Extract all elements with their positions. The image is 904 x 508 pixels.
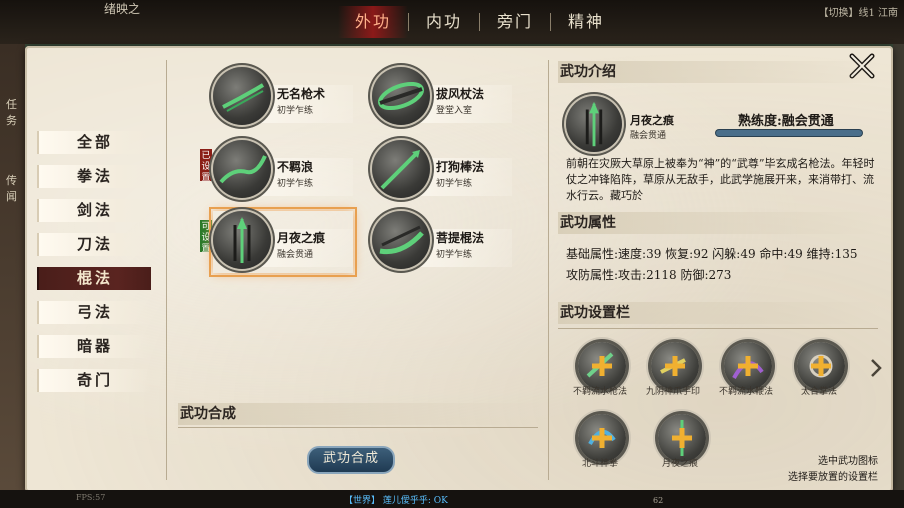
synthesize-button[interactable]: 武功合成 <box>307 446 395 474</box>
category-staff[interactable]: 棍法 <box>37 267 151 290</box>
skill-level: 融会贯通 <box>277 250 314 260</box>
server-info[interactable]: 【切换】线1 江南 <box>818 4 898 19</box>
divider <box>548 60 549 480</box>
spear-icon <box>213 211 271 269</box>
category-sword[interactable]: 剑法 <box>37 199 151 222</box>
skill-name: 菩提棍法 <box>436 231 485 245</box>
skill-name: 无名枪术 <box>277 87 326 101</box>
skill-name: 打狗棒法 <box>436 160 485 174</box>
chevron-right-icon[interactable] <box>870 358 882 378</box>
category-qimen[interactable]: 奇门 <box>37 369 151 392</box>
staff-curve-icon <box>372 211 430 269</box>
skill-level: 初学乍练 <box>277 179 314 189</box>
side-tab-rumors[interactable]: 传闻 <box>6 172 25 204</box>
category-fist[interactable]: 拳法 <box>37 165 151 188</box>
slot-caption: 月夜之痕 <box>661 459 698 469</box>
category-hidden-weapon[interactable]: 暗器 <box>37 335 151 358</box>
tab-jingshen[interactable]: 精神 <box>551 6 621 38</box>
skill-card[interactable]: 打狗棒法 初学乍练 <box>372 140 512 202</box>
skill-description: 前朝在灾厥大草原上被奉为“神”的“武尊”毕玄成名枪法。年轻时仗之冲锋陷阵，草原从… <box>566 157 875 202</box>
status-tag-set: 已设置 <box>200 149 212 183</box>
side-tab-tasks[interactable]: 任务 <box>6 96 25 128</box>
skill-card[interactable]: 拔风杖法 登堂入室 <box>372 67 512 129</box>
category-list: 全部 拳法 剑法 刀法 棍法 弓法 暗器 奇门 <box>37 131 151 403</box>
palm-plus-icon[interactable] <box>797 342 845 390</box>
hint-text: 选中武功图标 <box>818 456 878 467</box>
skill-level: 初学乍练 <box>277 106 314 116</box>
proficiency-label: 熟练度:融会贯通 <box>738 114 834 129</box>
category-all[interactable]: 全部 <box>37 131 151 154</box>
spear-icon <box>566 96 622 152</box>
staff-wrap-icon <box>372 67 430 125</box>
skill-name: 月夜之痕 <box>277 231 326 245</box>
tab-pangmen[interactable]: 旁门 <box>480 6 550 38</box>
glove-plus-icon[interactable] <box>578 342 626 390</box>
spear-wave-icon <box>213 140 271 198</box>
fist-plus-icon[interactable] <box>578 414 626 462</box>
skill-card[interactable]: 菩提棍法 初学乍练 <box>372 211 512 273</box>
spear-plus-icon[interactable] <box>658 414 706 462</box>
whip-plus-icon[interactable] <box>724 342 772 390</box>
claw-plus-icon[interactable] <box>651 342 699 390</box>
slot-caption: 太合掌法 <box>800 387 837 397</box>
slot-caption: 九阴神爪手印 <box>645 387 700 397</box>
slot-caption: 北斗神拳 <box>581 459 618 469</box>
skill-level: 初学乍练 <box>436 179 473 189</box>
skill-name: 拔风杖法 <box>436 87 485 101</box>
fps-readout: FPS:57 <box>76 493 106 502</box>
proficiency-bar <box>716 130 862 136</box>
divider <box>178 427 538 428</box>
bottom-bar <box>0 490 904 508</box>
tab-bar: 外功 内功 旁门 精神 <box>338 6 621 38</box>
intro-heading: 武功介绍 <box>558 61 880 83</box>
category-blade[interactable]: 刀法 <box>37 233 151 256</box>
divider <box>166 60 167 480</box>
synthesis-heading: 武功合成 <box>178 403 540 425</box>
category-bow[interactable]: 弓法 <box>37 301 151 324</box>
stick-icon <box>372 140 430 198</box>
player-name: 绪映之 <box>104 2 141 16</box>
divider <box>558 328 878 329</box>
skill-name: 不羁浪 <box>277 160 314 174</box>
hint-text: 选择要放置的设置栏 <box>788 472 878 483</box>
skill-card-selected[interactable]: 月夜之痕 融会贯通 <box>209 207 357 277</box>
skill-level: 初学乍练 <box>436 250 473 260</box>
skill-card[interactable]: 不羁浪 初学乍练 <box>213 140 353 202</box>
chat-line[interactable]: 【世界】 莲儿僾乎乎: OK <box>344 493 448 506</box>
left-sidebar: 任务 传闻 <box>0 44 25 490</box>
status-tag-available: 可设置 <box>200 220 212 254</box>
combat-attributes: 攻防属性:攻击:2118 防御:273 <box>566 268 732 282</box>
base-attributes: 基础属性:速度:39 恢复:92 闪躲:49 命中:49 维持:135 <box>566 247 858 261</box>
selected-skill-level: 融会贯通 <box>630 131 667 141</box>
slots-heading: 武功设置栏 <box>558 302 880 324</box>
slot-caption: 不羁流水鞭法 <box>718 387 773 397</box>
selected-skill-name: 月夜之痕 <box>630 114 674 127</box>
skill-card[interactable]: 无名枪术 初学乍练 <box>213 67 353 129</box>
tab-waigong[interactable]: 外功 <box>338 6 408 38</box>
counter-value: 62 <box>653 496 664 505</box>
tab-neigong[interactable]: 内功 <box>409 6 479 38</box>
skill-level: 登堂入室 <box>436 106 473 116</box>
attr-heading: 武功属性 <box>558 212 880 234</box>
spear-green-icon <box>213 67 271 125</box>
slot-caption: 不羁流水枪法 <box>572 387 627 397</box>
top-bar: 绪映之 外功 内功 旁门 精神 【切换】线1 江南 <box>0 0 904 44</box>
right-edge <box>893 44 904 490</box>
